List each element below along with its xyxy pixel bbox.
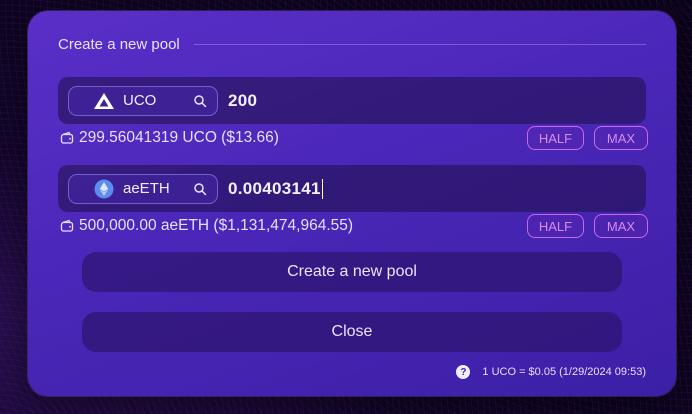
help-icon[interactable]: ? (456, 365, 471, 379)
token2-select-button[interactable]: aeETH (68, 173, 218, 204)
token1-half-button[interactable]: HALF (527, 126, 584, 150)
token2-balance-row: 500,000.00 aeETH ($1,131,474,964.55) HAL… (60, 213, 648, 239)
modal-header: Create a new pool (58, 33, 646, 55)
text-caret (321, 178, 323, 199)
token1-balance-row: 299.56041319 UCO ($13.66) HALF MAX (60, 125, 648, 151)
search-icon (194, 94, 207, 107)
token1-max-button[interactable]: MAX (594, 126, 648, 150)
token1-amount-input[interactable]: 200 (228, 86, 608, 116)
token2-balance-text: 500,000.00 aeETH ($1,131,474,964.55) (79, 217, 354, 234)
token1-select-button[interactable]: UCO (68, 85, 218, 116)
title-divider (193, 43, 646, 45)
rate-footer: ? 1 UCO = $0.05 (1/29/2024 09:53) (456, 364, 646, 380)
wallet-icon (60, 131, 74, 144)
archethic-logo-icon (93, 90, 115, 112)
token2-max-button[interactable]: MAX (594, 214, 648, 238)
token1-symbol: UCO (123, 92, 157, 109)
token2-half-button[interactable]: HALF (527, 214, 584, 238)
token2-amount-value: 0.00403141 (228, 178, 321, 198)
exchange-rate-text: 1 UCO = $0.05 (1/29/2024 09:53) (482, 366, 646, 378)
close-button[interactable]: Close (82, 312, 622, 352)
wallet-icon (60, 219, 74, 232)
create-pool-modal: Create a new pool UCO 200 299.56041319 U… (28, 11, 676, 396)
ethereum-logo-icon (93, 178, 115, 200)
token2-amount-input[interactable]: 0.00403141 (228, 174, 608, 204)
token2-input-row: aeETH 0.00403141 (58, 165, 646, 212)
token1-amount-value: 200 (228, 90, 258, 110)
search-icon (194, 182, 207, 195)
token1-balance-text: 299.56041319 UCO ($13.66) (79, 129, 279, 146)
create-pool-button[interactable]: Create a new pool (82, 252, 622, 292)
token2-symbol: aeETH (123, 180, 170, 197)
modal-title: Create a new pool (58, 35, 180, 53)
token1-input-row: UCO 200 (58, 77, 646, 124)
